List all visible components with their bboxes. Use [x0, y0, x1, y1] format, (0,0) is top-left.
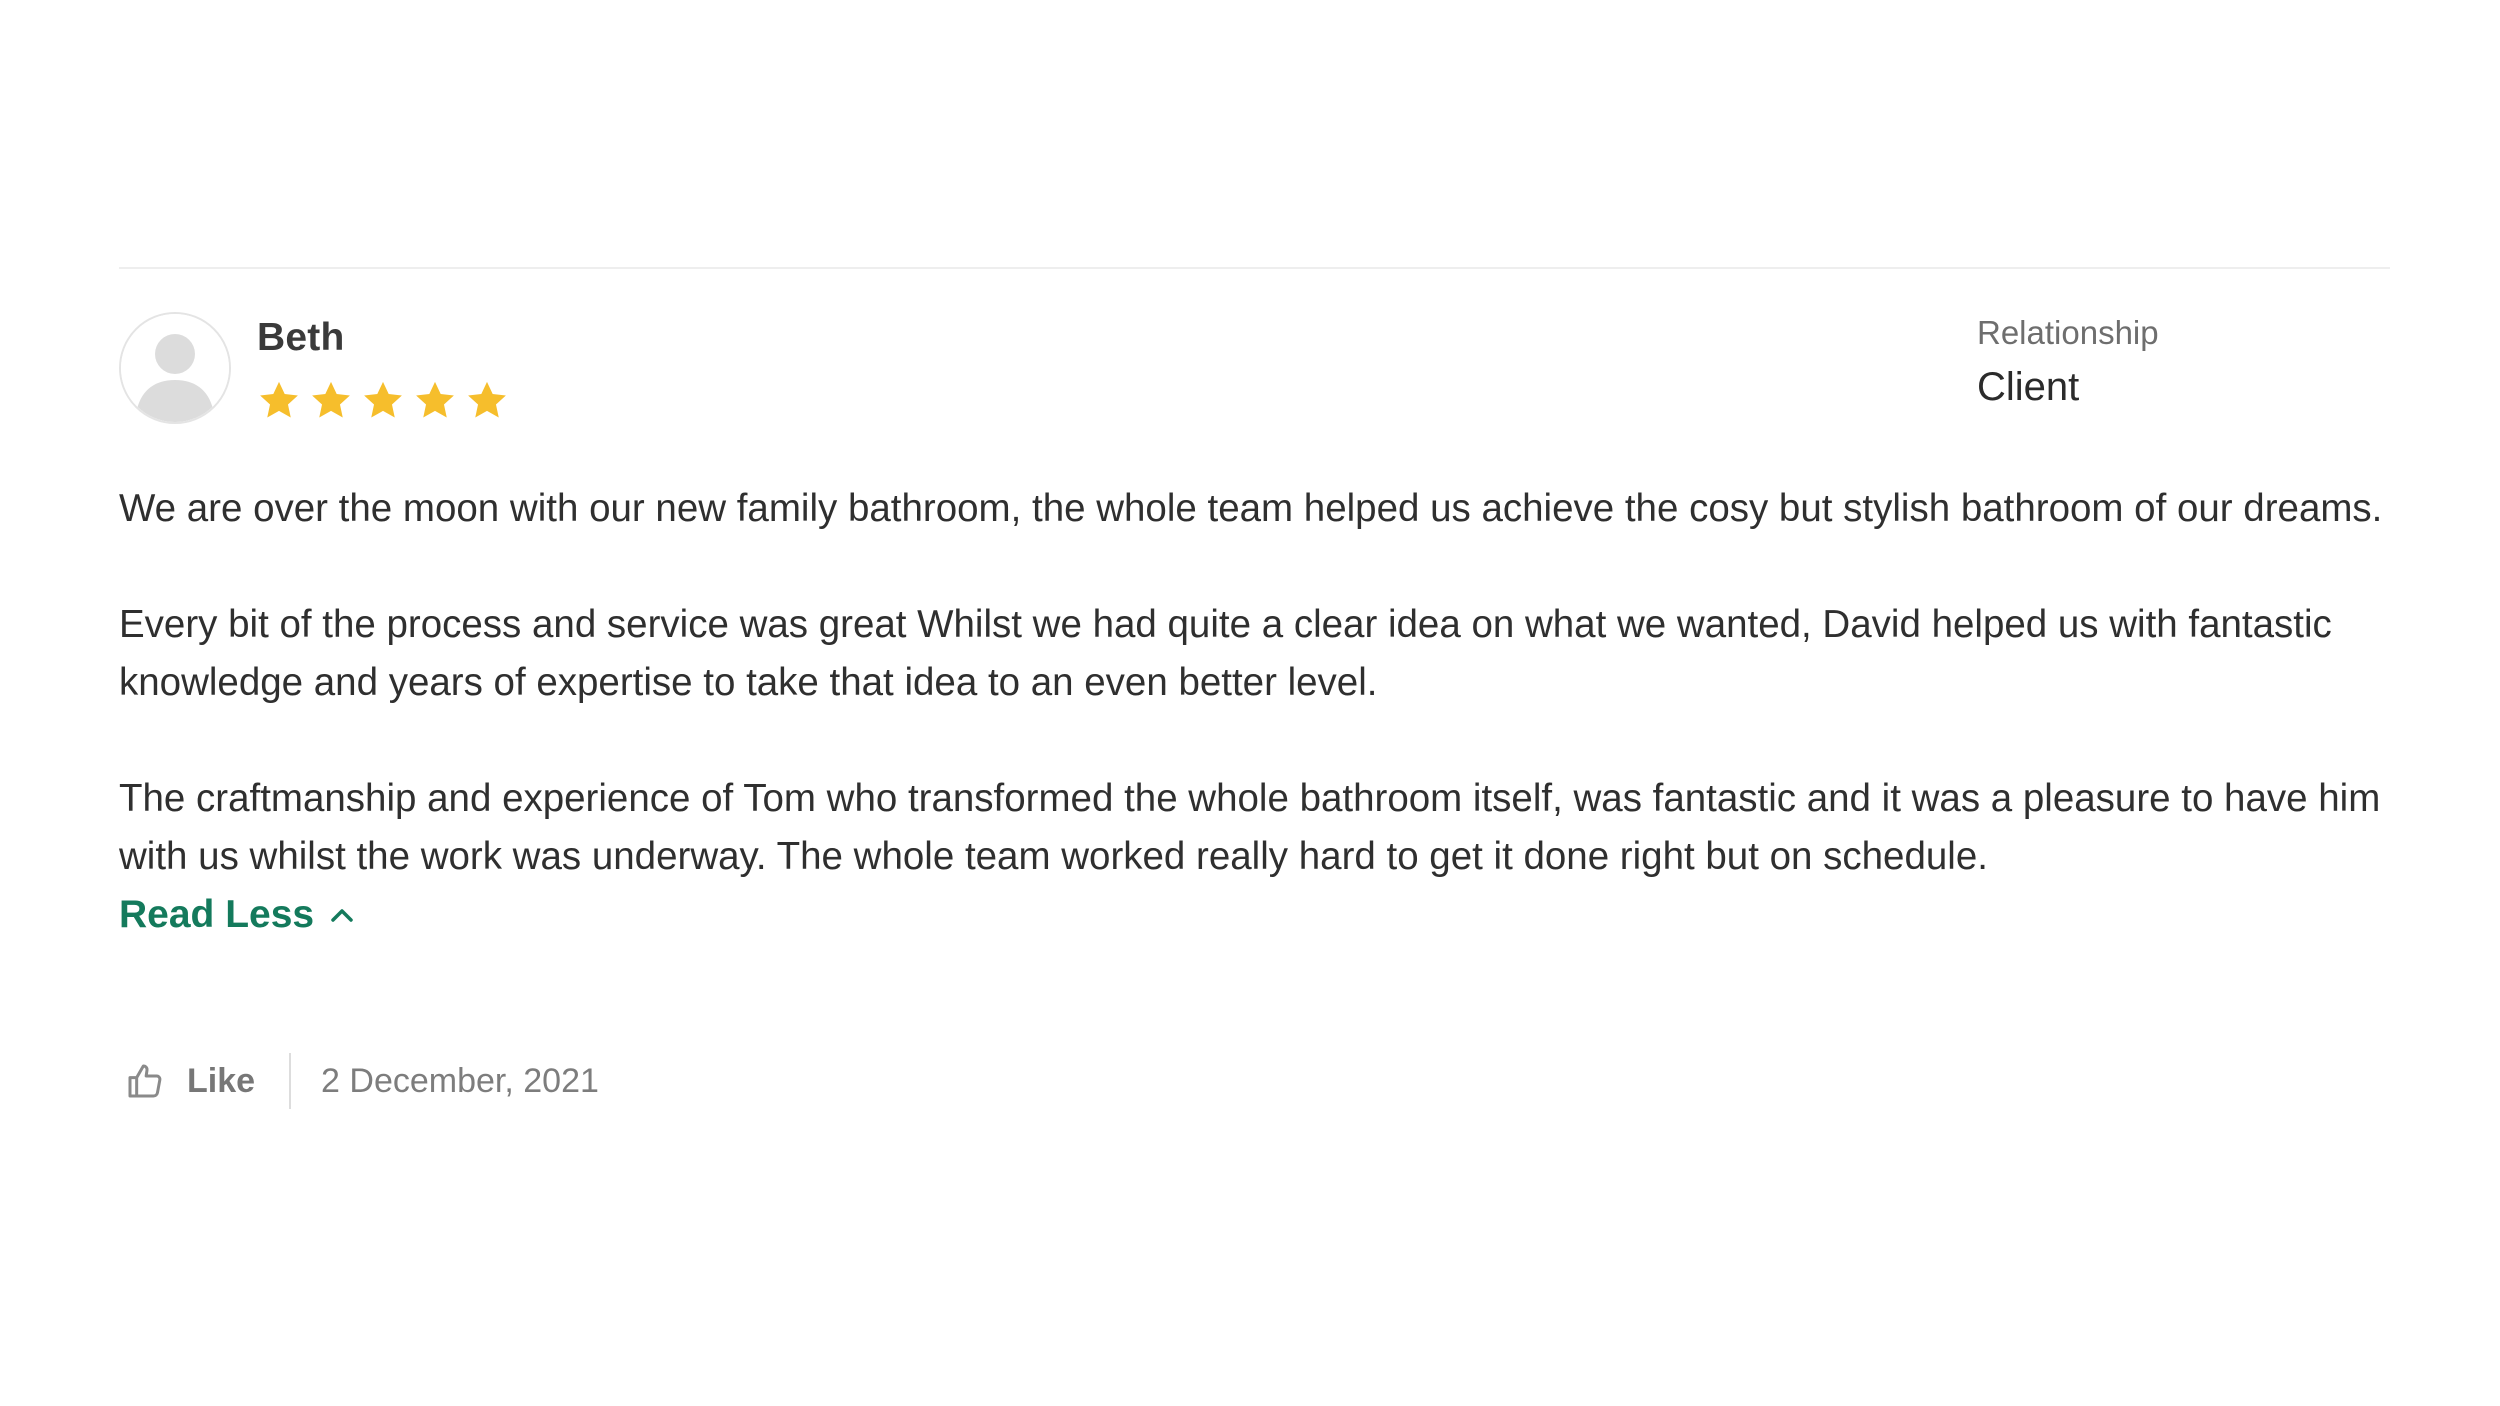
review-footer: Like 2 December, 2021	[119, 1052, 599, 1110]
like-button[interactable]: Like	[119, 1061, 255, 1101]
star-icon	[312, 381, 350, 418]
review-divider	[119, 267, 2390, 269]
review-author: Beth	[257, 318, 509, 423]
review-paragraph: The craftmanship and experience of Tom w…	[119, 777, 2381, 878]
chevron-up-icon	[331, 909, 353, 922]
review-body: We are over the moon with our new family…	[119, 480, 2409, 944]
relationship-value: Client	[1977, 365, 2080, 409]
default-user-avatar-icon	[119, 312, 231, 424]
review-header: Beth Relationship Client	[119, 312, 2409, 442]
author-name: Beth	[257, 316, 345, 359]
footer-separator	[289, 1053, 292, 1109]
read-less-label: Read Less	[119, 893, 315, 936]
review-paragraph: Every bit of the process and service was…	[119, 603, 2332, 704]
relationship-label: Relationship	[1977, 314, 2159, 351]
relationship-info: Relationship Client	[1977, 316, 2159, 407]
review-card: Beth Relationship Client We are over the…	[119, 312, 2409, 944]
star-rating	[257, 379, 509, 423]
review-paragraph: We are over the moon with our new family…	[119, 487, 2383, 530]
thumbs-up-icon	[128, 1064, 162, 1098]
star-icon	[468, 381, 506, 418]
like-label: Like	[187, 1061, 256, 1100]
star-icon	[260, 381, 298, 418]
review-date: 2 December, 2021	[321, 1061, 599, 1100]
star-icon	[364, 381, 402, 418]
star-icon	[416, 381, 454, 418]
read-less-link[interactable]: Read Less	[119, 886, 354, 944]
